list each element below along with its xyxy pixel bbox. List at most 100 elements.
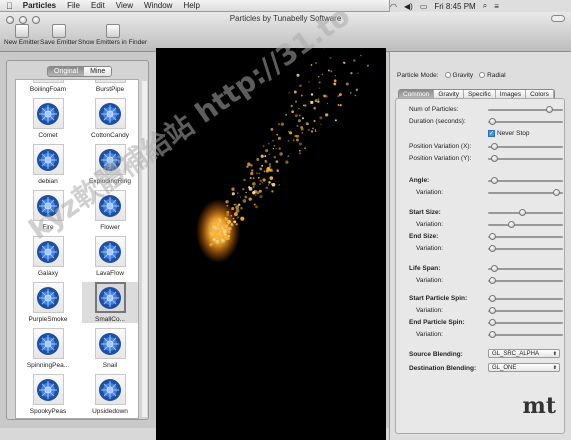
segment-mine[interactable]: Mine	[84, 67, 112, 76]
wifi-icon[interactable]: ◠	[390, 2, 397, 11]
end-spin-variation-slider[interactable]	[488, 331, 563, 338]
particle	[218, 233, 221, 235]
life-span-slider[interactable]	[488, 265, 563, 272]
emitter-item[interactable]: LavaFlow	[82, 236, 138, 277]
list-icon[interactable]: ≡	[494, 2, 499, 11]
particle-icon	[36, 79, 60, 80]
emitter-item[interactable]: Upsidedown	[82, 374, 138, 415]
start-size-slider[interactable]	[488, 209, 563, 216]
particle	[330, 70, 333, 73]
apple-icon[interactable]: 	[6, 1, 13, 11]
slider-knob[interactable]	[508, 221, 516, 228]
mode-radial-radio[interactable]: Radial	[479, 72, 506, 79]
menu-edit[interactable]: Edit	[91, 1, 105, 10]
emitter-item[interactable]: Fire	[20, 190, 76, 231]
end-size-variation-slider[interactable]	[488, 245, 563, 252]
particle	[210, 242, 213, 246]
slider-knob[interactable]	[489, 307, 497, 314]
common-settings: Num of Particles: Duration (seconds): ✓ N…	[395, 98, 565, 434]
slider-knob[interactable]	[518, 209, 526, 216]
emitter-item[interactable]: Flower	[82, 190, 138, 231]
particle-icon	[99, 286, 121, 309]
duration-slider[interactable]	[488, 118, 563, 125]
slider-knob[interactable]	[491, 143, 499, 150]
slider-knob[interactable]	[489, 319, 497, 326]
slider-knob[interactable]	[489, 245, 497, 252]
emitter-item[interactable]: SpookyPeas	[20, 374, 76, 415]
emitter-thumbnail	[94, 282, 126, 313]
emitter-item[interactable]: Galaxy	[20, 236, 76, 277]
particle	[299, 149, 301, 152]
angle-slider[interactable]	[488, 177, 563, 184]
particle	[256, 172, 258, 175]
emitter-thumbnail	[94, 328, 126, 359]
end-size-slider[interactable]	[488, 233, 563, 240]
particle-icon	[37, 332, 59, 355]
particle	[233, 212, 238, 217]
life-span-variation-slider[interactable]	[488, 277, 563, 284]
slider-knob[interactable]	[545, 106, 553, 113]
slider-knob[interactable]	[489, 118, 497, 125]
start-spin-variation-slider[interactable]	[488, 307, 563, 314]
emitter-item[interactable]: Snail	[82, 328, 138, 369]
particle	[333, 82, 337, 86]
particle	[301, 132, 303, 134]
emitter-item[interactable]: ExplodingRing	[82, 144, 138, 185]
particle	[230, 214, 233, 217]
new-emitter-button[interactable]: New Emitter	[4, 24, 39, 46]
particle	[228, 230, 230, 232]
particle-preview-canvas[interactable]	[156, 48, 386, 440]
emitter-label: SmallCo...	[95, 316, 125, 323]
menu-file[interactable]: File	[67, 1, 80, 10]
source-blending-select[interactable]: GL_SRC_ALPHA ⬍	[488, 349, 560, 358]
slider-knob[interactable]	[552, 189, 560, 196]
emitter-item[interactable]: CottonCandy	[82, 98, 138, 139]
particle	[217, 223, 220, 225]
slider-knob[interactable]	[489, 277, 497, 284]
slider-knob[interactable]	[491, 265, 499, 272]
pos-var-x-slider[interactable]	[488, 143, 563, 150]
slider-knob[interactable]	[489, 233, 497, 240]
angle-variation-slider[interactable]	[488, 189, 563, 196]
slider-knob[interactable]	[489, 295, 497, 302]
menu-app[interactable]: Particles	[23, 1, 56, 10]
num-particles-slider[interactable]	[488, 106, 563, 113]
start-spin-slider[interactable]	[488, 295, 563, 302]
start-size-variation-slider[interactable]	[488, 221, 563, 228]
emitter-item[interactable]: SpinningPea...	[20, 328, 76, 369]
menu-window[interactable]: Window	[144, 1, 172, 10]
never-stop-checkbox[interactable]: ✓ Never Stop	[488, 130, 530, 137]
slider-knob[interactable]	[491, 155, 499, 162]
slider-knob[interactable]	[489, 331, 497, 338]
menu-help[interactable]: Help	[183, 1, 199, 10]
search-icon[interactable]: ⌕	[483, 1, 487, 11]
show-emitters-button[interactable]: Show Emitters in Finder	[78, 24, 147, 46]
particle	[320, 123, 322, 125]
particle	[260, 154, 264, 158]
segment-original[interactable]: Original	[48, 67, 85, 76]
emitter-item[interactable]: PurpleSmoke	[20, 282, 76, 323]
end-spin-slider[interactable]	[488, 319, 563, 326]
volume-icon[interactable]: ◀)	[404, 2, 413, 11]
emitter-item[interactable]: SmallCo...	[82, 282, 138, 323]
particle	[240, 216, 245, 221]
mode-gravity-radio[interactable]: Gravity	[444, 72, 473, 79]
slider-knob[interactable]	[491, 177, 499, 184]
emitter-item[interactable]: debian	[20, 144, 76, 185]
dest-blending-select[interactable]: GL_ONE ⬍	[488, 363, 560, 372]
emitter-item[interactable]: Comet	[20, 98, 76, 139]
app-window: Particles by Tunabelly Software New Emit…	[0, 12, 571, 440]
menu-clock[interactable]: Fri 8:45 PM	[434, 2, 475, 11]
library-scrollbar[interactable]	[142, 81, 147, 417]
particle	[237, 192, 239, 194]
battery-icon[interactable]: ▭	[420, 2, 428, 11]
particle	[353, 59, 356, 62]
pos-var-y-slider[interactable]	[488, 155, 563, 162]
menu-view[interactable]: View	[116, 1, 133, 10]
save-emitter-button[interactable]: Save Emitter	[40, 24, 77, 46]
toolbar-toggle-button[interactable]	[551, 15, 565, 22]
particle	[315, 62, 317, 64]
emitter-item[interactable]: BoilingFoam	[20, 79, 76, 93]
source-blending-value: GL_SRC_ALPHA	[492, 351, 540, 357]
emitter-item[interactable]: BurstPipe	[82, 80, 138, 93]
